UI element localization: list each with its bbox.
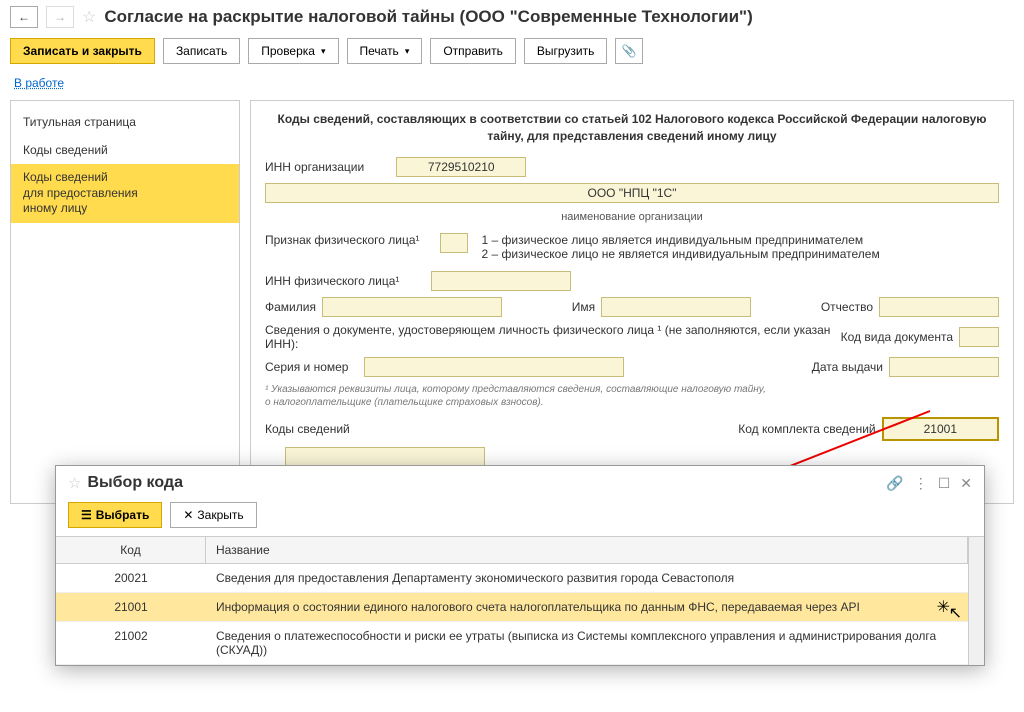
attach-button[interactable]: 📎 xyxy=(615,38,643,64)
close-x-icon: ✕ xyxy=(183,508,193,522)
dialog-close-button[interactable]: ✕ Закрыть xyxy=(170,502,256,528)
inn-fl-field[interactable] xyxy=(431,271,571,291)
save-close-button[interactable]: Записать и закрыть xyxy=(10,38,155,64)
surname-label: Фамилия xyxy=(265,300,316,314)
link-icon[interactable]: 🔗 xyxy=(886,475,903,492)
sidebar-item-title-page[interactable]: Титульная страница xyxy=(11,109,239,137)
sidebar-item-codes-other[interactable]: Коды сведений для предоставления иному л… xyxy=(11,164,239,223)
bundle-code-field[interactable]: 21001 xyxy=(882,417,999,441)
content-title: Коды сведений, составляющих в соответств… xyxy=(265,111,999,145)
doc-kind-field[interactable] xyxy=(959,327,999,347)
series-field[interactable] xyxy=(364,357,624,377)
sign-option-1: 1 – физическое лицо является индивидуаль… xyxy=(482,233,880,247)
patronymic-label: Отчество xyxy=(821,300,873,314)
sidebar: Титульная страница Коды сведений Коды св… xyxy=(10,100,240,504)
content-panel: Коды сведений, составляющих в соответств… xyxy=(250,100,1014,504)
series-label: Серия и номер xyxy=(265,360,348,374)
patronymic-field[interactable] xyxy=(879,297,999,317)
name-field[interactable] xyxy=(601,297,751,317)
scrollbar[interactable] xyxy=(968,537,984,665)
pointer-icon: ↖ xyxy=(949,603,962,623)
forward-button: → xyxy=(46,6,74,28)
inn-fl-label: ИНН физического лица¹ xyxy=(265,274,425,288)
surname-field[interactable] xyxy=(322,297,502,317)
org-name-field[interactable]: ООО "НПЦ "1С" xyxy=(265,183,999,203)
inn-org-label: ИНН организации xyxy=(265,160,364,174)
date-label: Дата выдачи xyxy=(812,360,883,374)
send-button[interactable]: Отправить xyxy=(430,38,516,64)
table-row[interactable]: 21002 Сведения о платежеспособности и ри… xyxy=(56,622,968,665)
select-button[interactable]: ☰ Выбрать xyxy=(68,502,162,528)
inn-org-field[interactable]: 7729510210 xyxy=(396,157,526,177)
check-button[interactable]: Проверка▾ xyxy=(248,38,338,64)
table-row[interactable]: 21001 Информация о состоянии единого нал… xyxy=(56,593,968,622)
code-table: Код Название 20021 Сведения для предоста… xyxy=(56,536,984,665)
codes-label: Коды сведений xyxy=(265,422,350,436)
th-code[interactable]: Код xyxy=(56,537,206,563)
close-icon[interactable]: ✕ xyxy=(960,475,972,492)
star-icon[interactable]: ☆ xyxy=(82,7,96,27)
sign-option-2: 2 – физическое лицо не является индивиду… xyxy=(482,247,880,261)
table-row[interactable]: 20021 Сведения для предоставления Департ… xyxy=(56,564,968,593)
sign-label: Признак физического лица¹ xyxy=(265,233,420,247)
bundle-label: Код комплекта сведений xyxy=(738,422,875,436)
more-icon[interactable]: ⋮ xyxy=(914,475,928,492)
code-select-dialog: ☆ Выбор кода 🔗 ⋮ ☐ ✕ ☰ Выбрать ✕ Закрыть… xyxy=(55,465,985,666)
paperclip-icon: 📎 xyxy=(622,44,637,58)
doc-kind-label: Код вида документа xyxy=(841,330,953,344)
org-name-caption: наименование организации xyxy=(265,211,999,223)
th-name[interactable]: Название xyxy=(206,537,968,563)
status-link[interactable]: В работе xyxy=(14,76,64,90)
back-button[interactable]: ← xyxy=(10,6,38,28)
export-button[interactable]: Выгрузить xyxy=(524,38,608,64)
save-button[interactable]: Записать xyxy=(163,38,240,64)
print-button[interactable]: Печать▾ xyxy=(347,38,423,64)
code-field[interactable] xyxy=(285,447,485,467)
date-field[interactable] xyxy=(889,357,999,377)
doc-info-label: Сведения о документе, удостоверяющем лич… xyxy=(265,323,835,351)
select-icon: ☰ xyxy=(81,508,92,522)
name-label: Имя xyxy=(572,300,595,314)
page-title: Согласие на раскрытие налоговой тайны (О… xyxy=(104,7,752,27)
sign-field[interactable] xyxy=(440,233,468,253)
footnote: ¹ Указываются реквизиты лица, которому п… xyxy=(265,383,999,409)
sidebar-item-codes[interactable]: Коды сведений xyxy=(11,137,239,165)
dialog-title: Выбор кода xyxy=(87,474,886,492)
star-icon[interactable]: ☆ xyxy=(68,474,81,492)
maximize-icon[interactable]: ☐ xyxy=(938,475,951,492)
